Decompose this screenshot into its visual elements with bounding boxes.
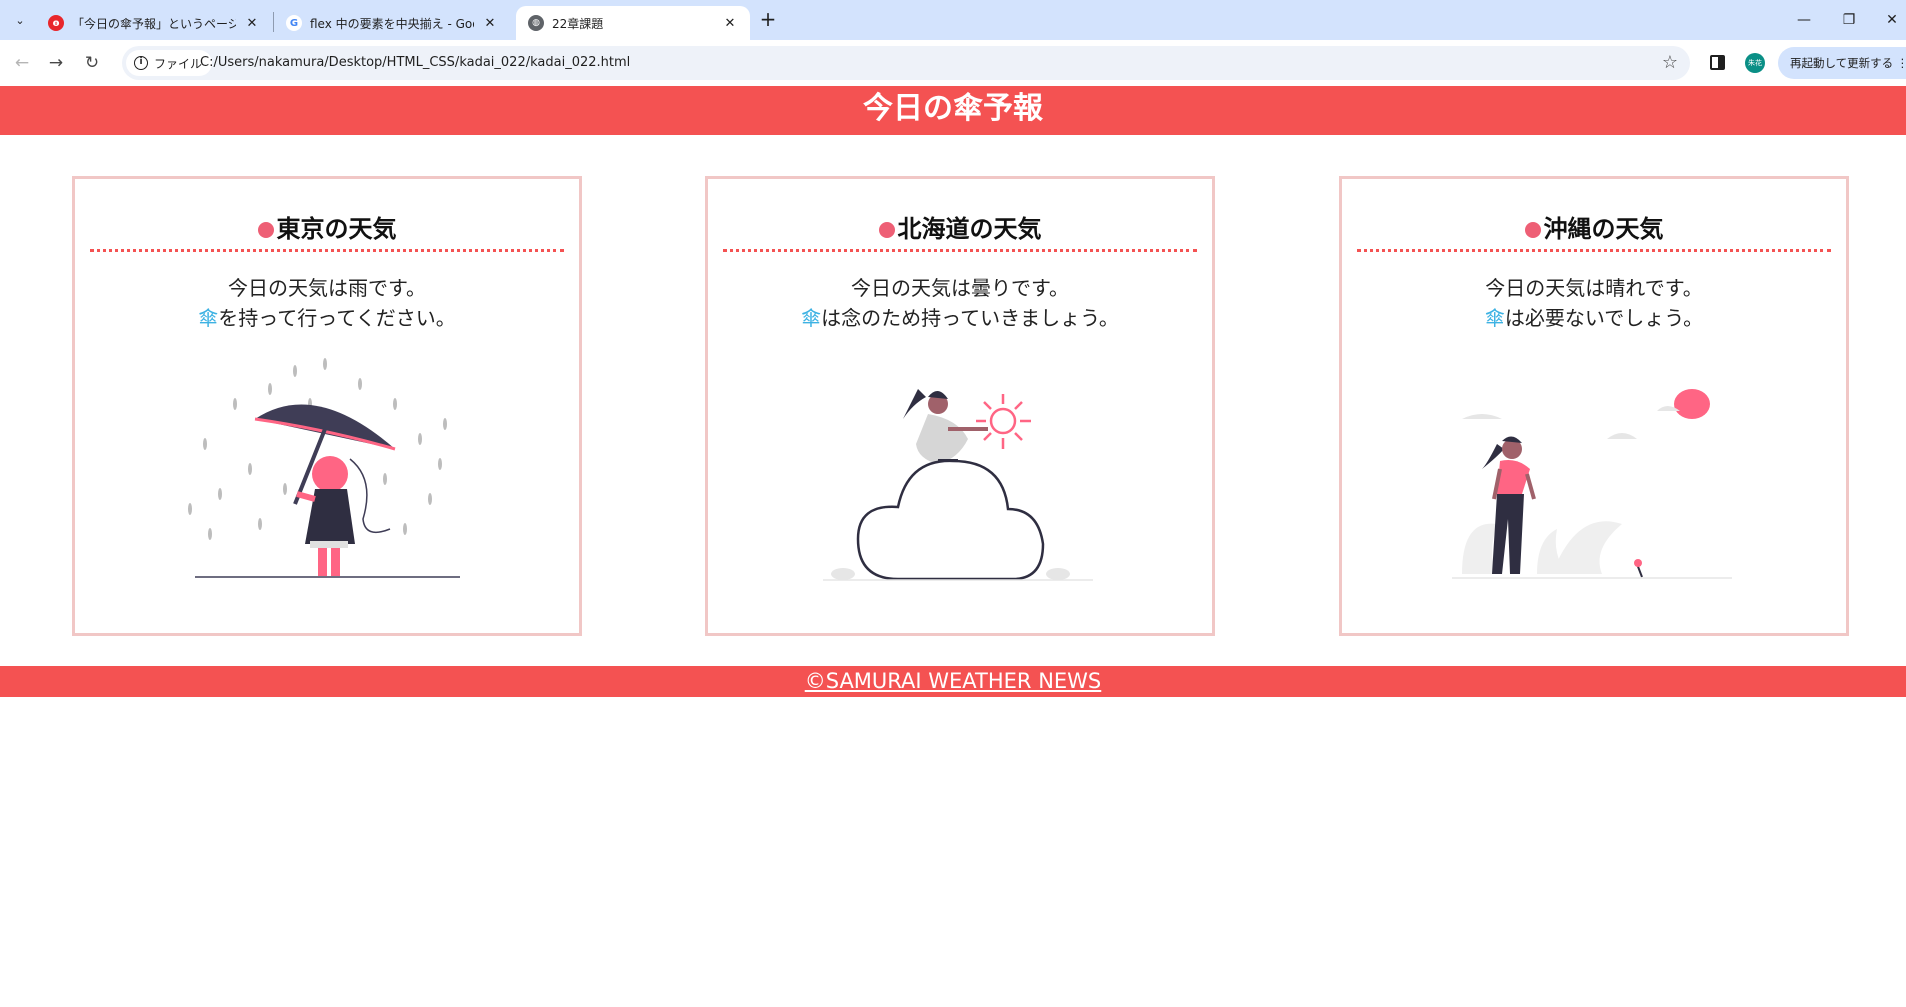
profile-avatar[interactable]: 朱花 — [1745, 53, 1765, 73]
update-label: 再起動して更新する — [1790, 56, 1894, 70]
card-heading-text: 沖縄の天気 — [1543, 215, 1664, 243]
browser-toolbar: ← → ↻ i ファイル C:/Users/nakamura/Desktop/H… — [0, 40, 1906, 86]
page-title: 今日の傘予報 — [863, 91, 1043, 126]
advice-text: を持って行ってください。 — [218, 306, 456, 330]
sunny-walk-illustration — [1452, 389, 1732, 579]
update-button[interactable]: 再起動して更新する ⋮ — [1778, 47, 1906, 79]
tab-title: flex 中の要素を中央揃え - Google — [310, 16, 474, 31]
bullet-dot-icon — [878, 222, 895, 238]
tab-search-chevron-icon[interactable]: ⌄ — [8, 8, 32, 32]
site-info-label: ファイル — [154, 56, 203, 71]
umbrella-word: 傘 — [801, 306, 822, 330]
info-icon: i — [134, 56, 148, 70]
weather-line: 今日の天気は曇りです。 — [851, 276, 1069, 300]
umbrella-word: 傘 — [1484, 306, 1505, 330]
back-arrow-icon[interactable]: ← — [10, 51, 34, 75]
samurai-favicon-icon: ɵ — [48, 15, 64, 31]
rain-umbrella-illustration — [188, 358, 460, 578]
weather-card-hokkaido: 北海道の天気 今日の天気は曇りです。 傘は念のため持っていきましょう。 — [705, 176, 1215, 636]
bullet-dot-icon — [1524, 222, 1541, 238]
globe-favicon-icon: ◍ — [528, 15, 544, 31]
tab-1[interactable]: G flex 中の要素を中央揃え - Google ✕ — [274, 6, 510, 40]
advice-text: は必要ないでしょう。 — [1504, 306, 1704, 330]
card-heading-text: 東京の天気 — [276, 215, 397, 243]
minimize-icon[interactable]: — — [1792, 8, 1816, 32]
cloud-sun-illustration — [823, 389, 1093, 581]
bullet-dot-icon — [257, 222, 274, 238]
tab-title: 22章課題 — [552, 16, 604, 31]
tab-close-icon[interactable]: ✕ — [482, 16, 498, 31]
side-panel-icon[interactable] — [1710, 55, 1725, 70]
umbrella-word: 傘 — [198, 306, 219, 330]
advice-line: 傘は念のため持っていきましょう。 — [708, 303, 1212, 333]
weather-line: 今日の天気は晴れです。 — [1485, 276, 1703, 300]
tab-title: 「今日の傘予報」というページを作成 — [72, 16, 236, 31]
restore-icon[interactable]: ❐ — [1837, 8, 1861, 32]
weather-line: 今日の天気は雨です。 — [228, 276, 426, 300]
bookmark-star-icon[interactable]: ☆ — [1662, 52, 1678, 73]
card-heading: 北海道の天気 — [723, 209, 1197, 252]
browser-tabstrip: ⌄ ɵ 「今日の傘予報」というページを作成 ✕ G flex 中の要素を中央揃え… — [0, 0, 1906, 40]
footer-copyright-link[interactable]: ©SAMURAI WEATHER NEWS — [805, 669, 1102, 693]
site-footer: ©SAMURAI WEATHER NEWS — [0, 666, 1906, 697]
google-favicon-icon: G — [286, 15, 302, 31]
card-description: 今日の天気は曇りです。 傘は念のため持っていきましょう。 — [708, 273, 1212, 333]
new-tab-plus-icon[interactable]: + — [756, 8, 780, 32]
close-window-icon[interactable]: ✕ — [1880, 8, 1904, 32]
weather-card-tokyo: 東京の天気 今日の天気は雨です。 傘を持って行ってください。 — [72, 176, 582, 636]
advice-line: 傘は必要ないでしょう。 — [1342, 303, 1846, 333]
tab-close-icon[interactable]: ✕ — [244, 16, 260, 31]
advice-text: は念のため持っていきましょう。 — [821, 306, 1119, 330]
reload-icon[interactable]: ↻ — [80, 51, 104, 75]
weather-card-okinawa: 沖縄の天気 今日の天気は晴れです。 傘は必要ないでしょう。 — [1339, 176, 1849, 636]
advice-line: 傘を持って行ってください。 — [75, 303, 579, 333]
tab-2-active[interactable]: ◍ 22章課題 ✕ — [516, 6, 750, 40]
web-page: 今日の傘予報 東京の天気 今日の天気は雨です。 傘を持って行ってください。 北海… — [0, 86, 1906, 1007]
site-header: 今日の傘予報 — [0, 86, 1906, 135]
card-description: 今日の天気は晴れです。 傘は必要ないでしょう。 — [1342, 273, 1846, 333]
url-text[interactable]: C:/Users/nakamura/Desktop/HTML_CSS/kadai… — [200, 55, 630, 70]
card-heading: 沖縄の天気 — [1357, 209, 1831, 252]
tab-close-icon[interactable]: ✕ — [722, 16, 738, 31]
tab-0[interactable]: ɵ 「今日の傘予報」というページを作成 ✕ — [36, 6, 272, 40]
card-heading: 東京の天気 — [90, 209, 564, 252]
card-description: 今日の天気は雨です。 傘を持って行ってください。 — [75, 273, 579, 333]
forward-arrow-icon[interactable]: → — [44, 51, 68, 75]
card-heading-text: 北海道の天気 — [897, 215, 1042, 243]
address-bar[interactable]: i ファイル C:/Users/nakamura/Desktop/HTML_CS… — [122, 46, 1690, 80]
